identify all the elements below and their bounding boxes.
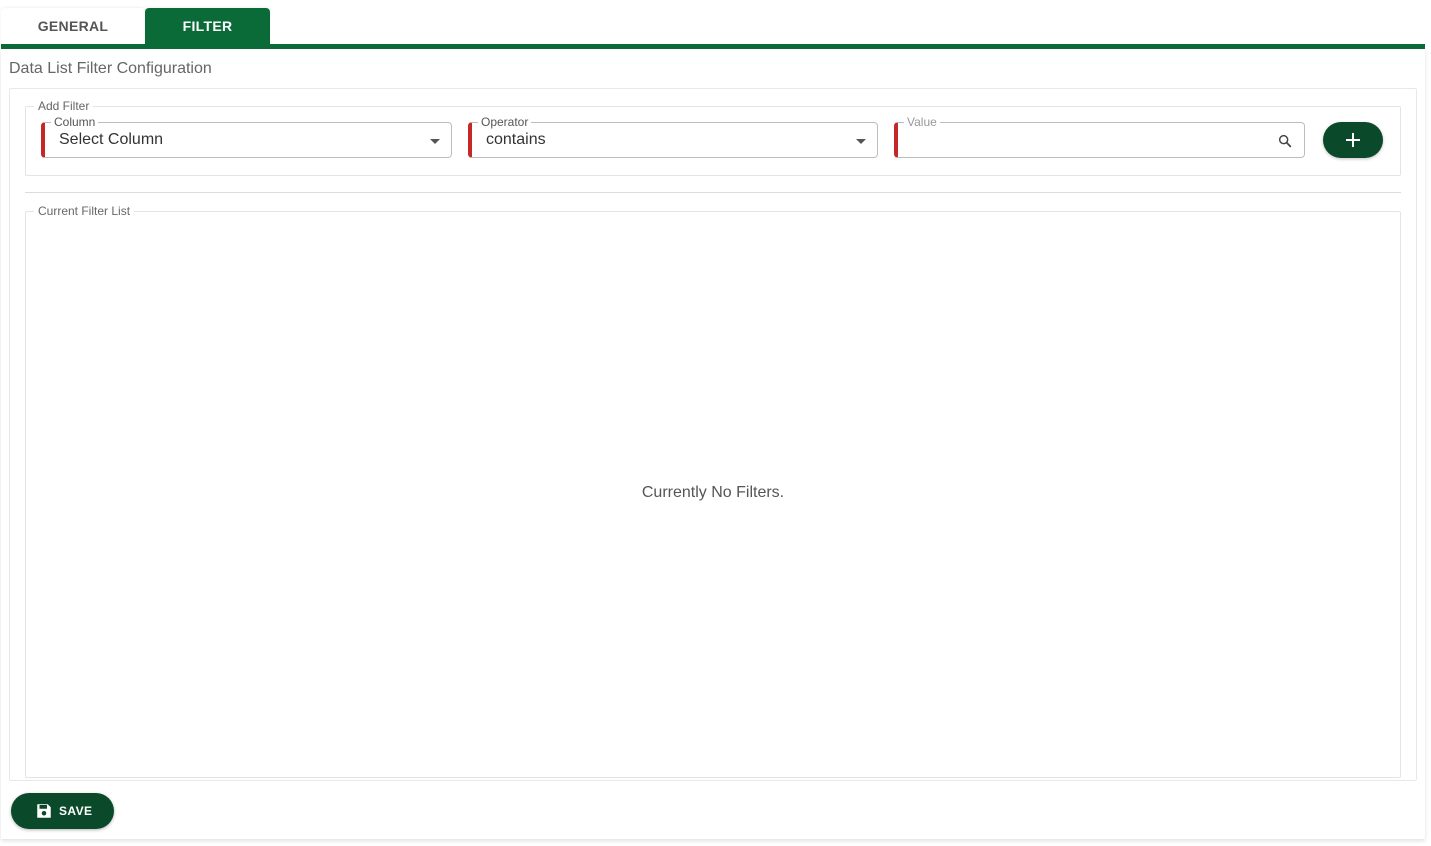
column-value: Select Column <box>59 131 164 148</box>
value-label: Value <box>907 115 937 129</box>
operator-select[interactable]: Operator contains <box>468 115 878 158</box>
value-input[interactable]: Value <box>894 115 1305 158</box>
plus-icon <box>1346 133 1360 147</box>
add-filter-legend: Add Filter <box>38 99 90 113</box>
search-icon[interactable] <box>1277 133 1293 149</box>
floppy-disk-icon <box>37 804 51 818</box>
filter-config-view: GENERAL FILTER Data List Filter Configur… <box>0 0 1431 846</box>
chevron-down-icon <box>856 139 866 144</box>
current-filter-list-legend: Current Filter List <box>38 204 131 218</box>
value-input-outline: Value <box>894 115 1305 158</box>
empty-filters-message: Currently No Filters. <box>641 484 785 501</box>
tab-filter[interactable]: FILTER <box>145 8 270 44</box>
chevron-down-icon <box>430 139 440 144</box>
add-filter-button[interactable] <box>1323 122 1383 158</box>
column-label: Column <box>54 115 96 129</box>
tab-bar: GENERAL FILTER <box>1 8 270 44</box>
save-button[interactable]: SAVE <box>11 793 114 829</box>
save-button-label: SAVE <box>59 804 93 818</box>
column-select[interactable]: Column Select Column <box>41 115 452 158</box>
operator-label: Operator <box>481 115 529 129</box>
section-divider <box>25 192 1401 193</box>
tab-general[interactable]: GENERAL <box>1 8 145 44</box>
operator-value: contains <box>486 131 546 148</box>
page-title: Data List Filter Configuration <box>9 60 212 77</box>
